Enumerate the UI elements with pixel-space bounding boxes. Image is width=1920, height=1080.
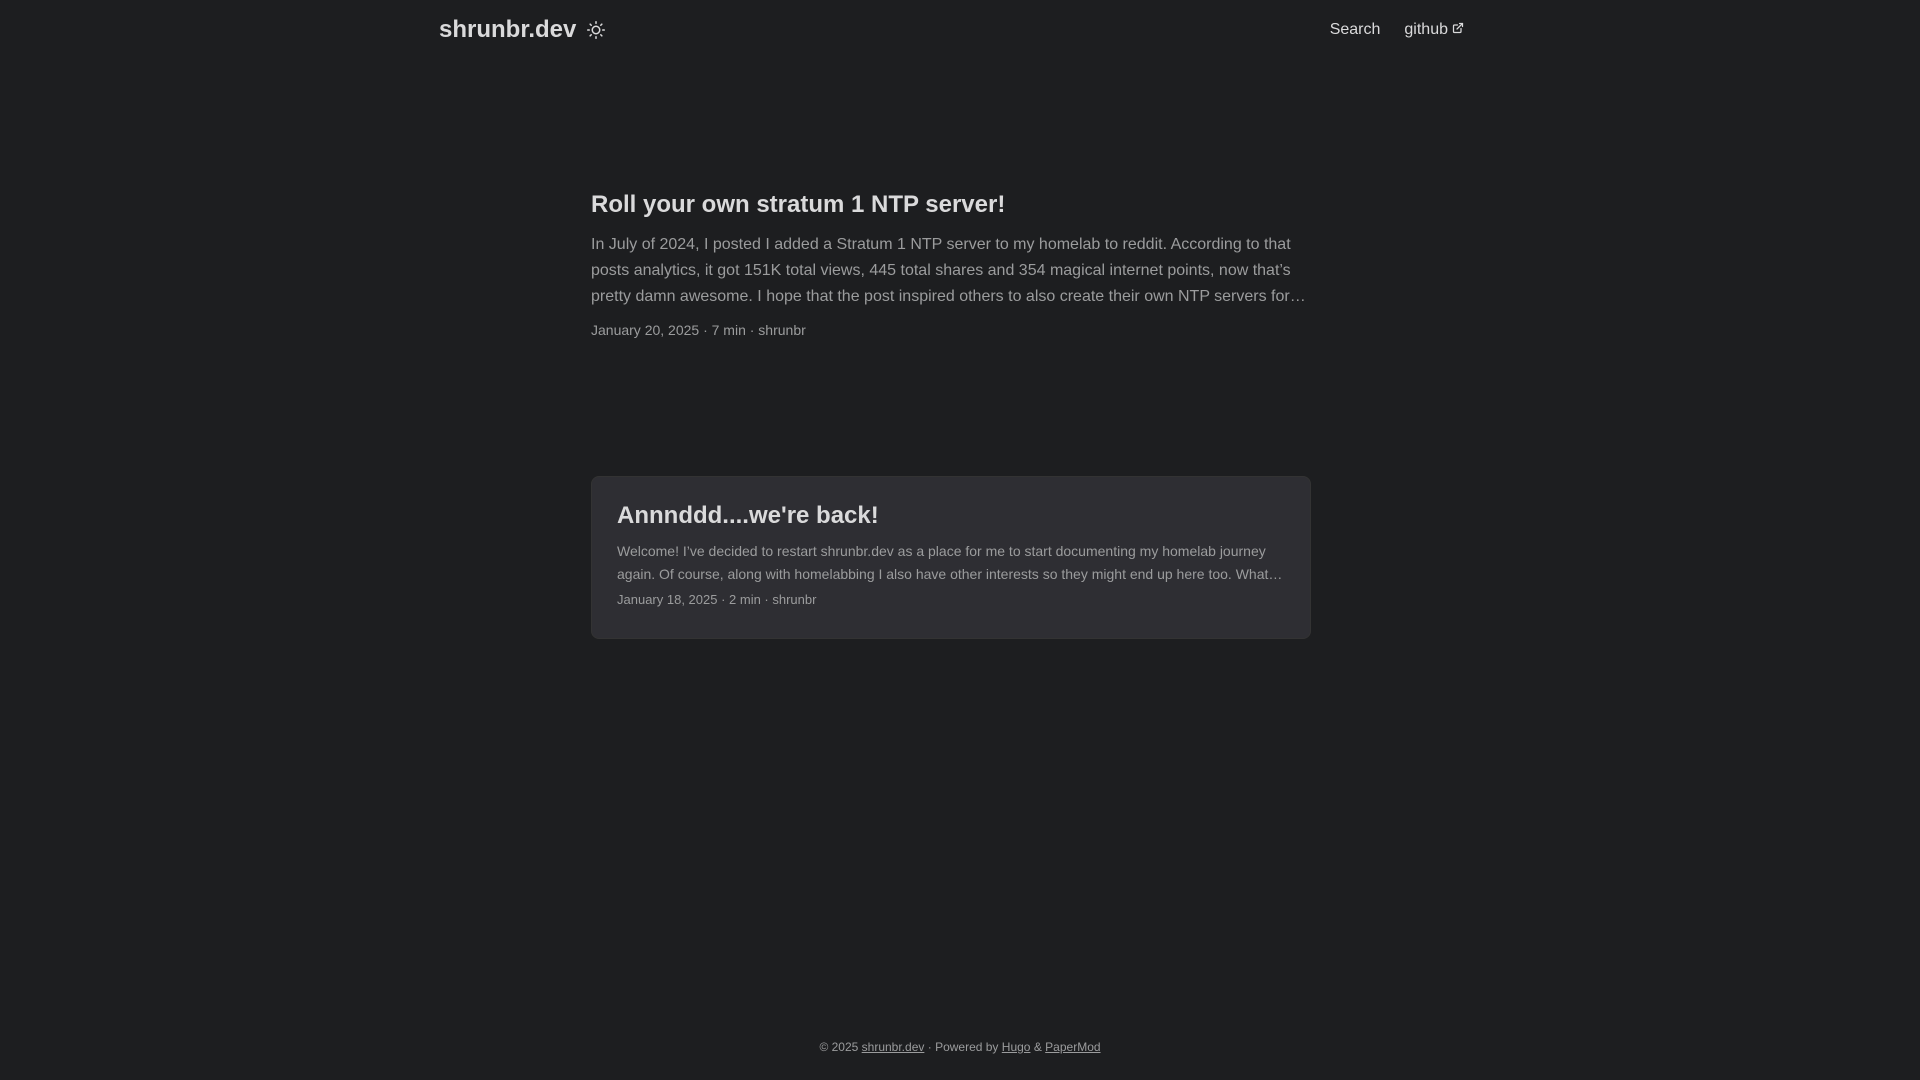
nav-search-link[interactable]: Search <box>1330 21 1381 39</box>
sun-icon[interactable] <box>586 20 606 40</box>
nav-search-label: Search <box>1329 21 1381 38</box>
site-footer: © 2025 shrunbr.dev · Powered by Hugo & P… <box>0 1040 1920 1054</box>
site-header: shrunbr.dev Search github <box>0 0 1920 60</box>
footer-separator: · <box>927 1040 932 1054</box>
footer-powered-by: Powered by <box>935 1040 999 1054</box>
post-entry-card[interactable]: Annnddd....we're back! Welcome! I’ve dec… <box>591 476 1311 639</box>
site-logo[interactable]: shrunbr.dev <box>439 16 576 44</box>
footer-site-link[interactable]: shrunbr.dev <box>862 1040 925 1054</box>
logo-switches: shrunbr.dev <box>439 14 606 46</box>
footer-hugo-link[interactable]: Hugo <box>1002 1040 1031 1054</box>
post-meta: January 20, 2025 · 7 min · shrunbr <box>591 322 806 338</box>
nav-github-label: github <box>1404 21 1448 38</box>
footer-ampersand: & <box>1033 1040 1042 1054</box>
post-entry-featured[interactable]: Roll your own stratum 1 NTP server! In J… <box>591 188 1311 338</box>
post-summary: Welcome! I’ve decided to restart shrunbr… <box>617 543 1269 582</box>
post-meta: January 18, 2025 · 2 min · shrunbr <box>617 592 817 607</box>
post-title: Roll your own stratum 1 NTP server! <box>591 191 1006 218</box>
footer-copyright: © 2025 <box>819 1040 859 1054</box>
external-link-icon <box>1452 21 1464 39</box>
nav-github-link[interactable]: github <box>1404 21 1464 39</box>
footer-papermod-link[interactable]: PaperMod <box>1045 1040 1100 1054</box>
post-summary: In July of 2024, I posted I added a Stra… <box>591 236 1291 305</box>
main-nav: Search github <box>1330 14 1464 46</box>
post-title: Annnddd....we're back! <box>617 502 879 529</box>
